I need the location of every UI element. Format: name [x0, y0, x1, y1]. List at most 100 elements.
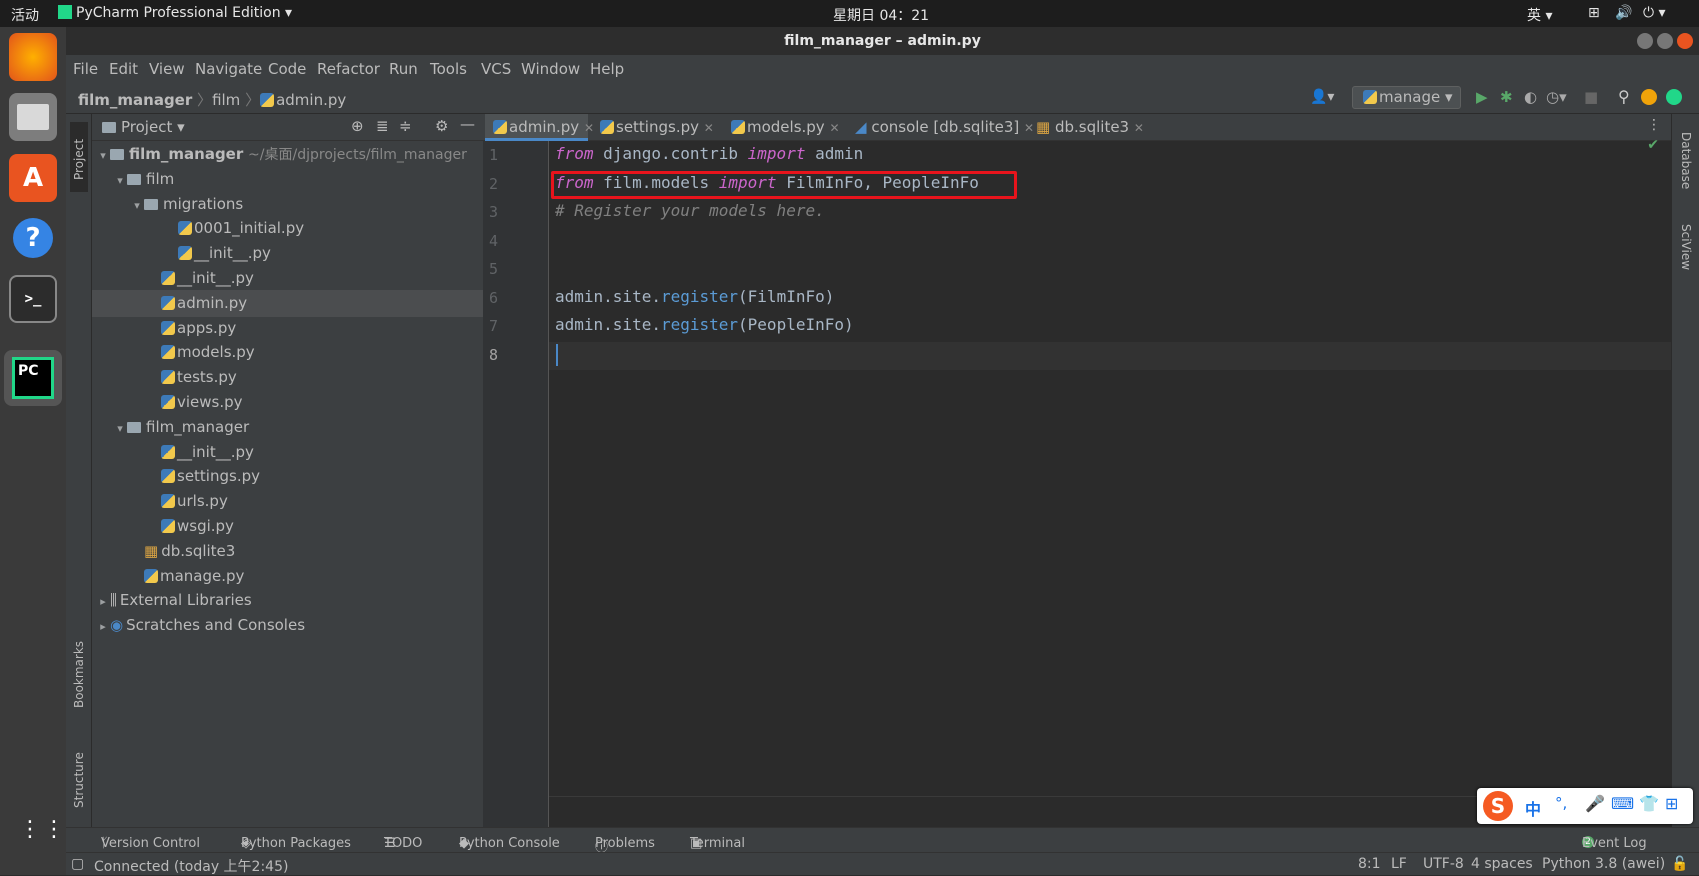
profile-icon[interactable]: ◷▾ — [1546, 88, 1567, 106]
tab-db-sqlite3[interactable]: ▦ db.sqlite3 ✕ — [1036, 114, 1144, 141]
tab-settings-py[interactable]: settings.py ✕ — [596, 114, 714, 141]
connection-status[interactable]: Connected (today 上午2:45) — [94, 856, 288, 876]
tab-menu-icon[interactable]: ⋮ — [1647, 117, 1661, 133]
settings-gear-icon[interactable]: ⚙ — [435, 117, 448, 135]
tree-item[interactable]: ▸ ◉ Scratches and Consoles — [92, 612, 483, 639]
tree-item[interactable]: wsgi.py — [92, 513, 483, 540]
tree-root[interactable]: ▾ film_manager ~/桌面/djprojects/film_manag… — [96, 141, 467, 168]
ime-language-toggle[interactable]: 中 — [1525, 796, 1541, 820]
files-icon[interactable] — [9, 93, 57, 141]
breadcrumb-project[interactable]: film_manager — [78, 91, 192, 109]
menu-run[interactable]: Run — [389, 60, 418, 78]
clock[interactable]: 星期日 04：21 — [833, 5, 929, 25]
run-config-select[interactable]: manage ▾ — [1352, 86, 1461, 109]
tree-item[interactable]: admin.py — [92, 289, 483, 317]
project-tool-button[interactable]: Project — [70, 122, 88, 192]
run-icon[interactable]: ▶ — [1476, 88, 1488, 106]
close-icon[interactable]: ✕ — [829, 121, 839, 135]
app-menu[interactable]: PyCharm Professional Edition ▾ — [58, 5, 292, 21]
close-button[interactable] — [1677, 33, 1693, 49]
menu-refactor[interactable]: Refactor — [317, 60, 380, 78]
line-separator[interactable]: LF — [1391, 856, 1407, 872]
tree-item[interactable]: urls.py — [92, 488, 483, 515]
debug-icon[interactable]: ✱ — [1500, 88, 1513, 106]
close-icon[interactable]: ✕ — [704, 121, 714, 135]
network-icon[interactable]: ⊞ — [1588, 5, 1600, 21]
tab-models-py[interactable]: models.py ✕ — [731, 114, 840, 141]
menu-code[interactable]: Code — [268, 60, 306, 78]
hide-panel-icon[interactable]: — — [460, 115, 475, 133]
tree-item[interactable]: ▦ db.sqlite3 — [92, 538, 483, 565]
indent-setting[interactable]: 4 spaces — [1471, 856, 1533, 872]
firefox-icon[interactable] — [9, 33, 57, 81]
tree-item[interactable]: views.py — [92, 389, 483, 416]
menu-window[interactable]: Window — [521, 60, 580, 78]
terminal-icon[interactable]: >_ — [9, 275, 57, 323]
breadcrumb-folder[interactable]: film — [212, 91, 240, 109]
minimize-button[interactable] — [1637, 33, 1653, 49]
power-icon[interactable]: ⏻ ▾ — [1643, 5, 1666, 21]
updates-icon[interactable] — [1641, 89, 1657, 105]
skin-shirt-icon[interactable]: 👕 — [1639, 794, 1659, 813]
breadcrumb-file[interactable]: admin.py — [276, 91, 346, 109]
menu-file[interactable]: File — [73, 60, 98, 78]
activities-button[interactable]: 活动 — [11, 5, 39, 25]
search-icon[interactable]: ⚲ — [1618, 87, 1630, 106]
chevron-right-icon[interactable]: ▸ — [96, 613, 110, 640]
volume-icon[interactable]: 🔊 — [1615, 5, 1632, 21]
tree-item[interactable]: apps.py — [92, 315, 483, 342]
menu-navigate[interactable]: Navigate — [195, 60, 262, 78]
toggle-panels-icon[interactable]: ▢ — [71, 856, 84, 872]
caret-position[interactable]: 8:1 — [1358, 856, 1381, 872]
sogou-logo-icon[interactable]: S — [1483, 791, 1513, 821]
user-icon[interactable]: 👤▾ — [1310, 89, 1334, 105]
collapse-all-icon[interactable]: ≑ — [399, 117, 412, 135]
tree-item[interactable]: ▸ ⫼ External Libraries — [92, 587, 483, 614]
pycharm-icon[interactable]: PC — [4, 350, 62, 406]
close-icon[interactable]: ✕ — [1134, 121, 1144, 135]
menu-help[interactable]: Help — [590, 60, 624, 78]
file-encoding[interactable]: UTF-8 — [1423, 856, 1464, 872]
tab-console[interactable]: ◢ console [db.sqlite3] ✕ — [855, 114, 1034, 141]
lock-icon[interactable]: 🔓 — [1671, 856, 1688, 872]
tree-item[interactable]: manage.py — [92, 563, 483, 590]
help-icon[interactable]: ? — [9, 214, 57, 262]
python-interpreter[interactable]: Python 3.8 (awei) — [1542, 856, 1665, 872]
microphone-icon[interactable]: 🎤 — [1585, 794, 1605, 813]
tab-admin-py[interactable]: admin.py ✕ — [485, 114, 594, 141]
menu-view[interactable]: View — [149, 60, 185, 78]
menu-edit[interactable]: Edit — [109, 60, 138, 78]
jetbrains-icon[interactable] — [1666, 89, 1682, 105]
code-editor[interactable]: 1 2 3 4 5 6 7 8 from django.contrib impo… — [483, 137, 1671, 827]
project-view-select[interactable]: Project ▾ — [102, 118, 185, 136]
stop-icon[interactable]: ■ — [1584, 88, 1598, 106]
database-tool-button[interactable]: Database — [1677, 128, 1695, 210]
tree-item[interactable]: __init__.py — [92, 265, 483, 292]
tree-item[interactable]: __init__.py — [92, 439, 483, 466]
no-problems-check-icon[interactable]: ✔ — [1647, 137, 1659, 153]
input-method-indicator[interactable]: 英 ▾ — [1527, 5, 1552, 25]
tree-item[interactable]: 0001_initial.py — [92, 215, 483, 242]
tree-item[interactable]: models.py — [92, 339, 483, 366]
menu-tools[interactable]: Tools — [430, 60, 467, 78]
coverage-icon[interactable]: ◐ — [1524, 88, 1537, 106]
locate-icon[interactable]: ⊕ — [351, 117, 364, 135]
ime-punct-toggle[interactable]: °, — [1555, 794, 1567, 812]
close-icon[interactable]: ✕ — [1024, 121, 1034, 135]
maximize-button[interactable] — [1657, 33, 1673, 49]
tree-item[interactable]: ▾ film_manager — [92, 414, 483, 441]
software-center-icon[interactable]: A — [9, 154, 57, 202]
keyboard-icon[interactable]: ⌨ — [1611, 794, 1634, 813]
menu-vcs[interactable]: VCS — [481, 60, 511, 78]
tree-item[interactable]: settings.py — [92, 463, 483, 490]
bookmarks-tool-button[interactable]: Bookmarks — [70, 634, 88, 734]
close-icon[interactable]: ✕ — [584, 121, 594, 135]
tree-item[interactable]: tests.py — [92, 364, 483, 391]
tree-item[interactable]: ▾ migrations — [92, 191, 483, 218]
tree-item[interactable]: ▾ film — [92, 166, 483, 193]
toolbox-grid-icon[interactable]: ⊞ — [1665, 794, 1678, 813]
tree-item[interactable]: __init__.py — [92, 240, 483, 267]
structure-tool-button[interactable]: Structure — [70, 736, 88, 826]
sciview-tool-button[interactable]: SciView — [1677, 220, 1695, 290]
expand-all-icon[interactable]: ≣ — [376, 117, 389, 135]
